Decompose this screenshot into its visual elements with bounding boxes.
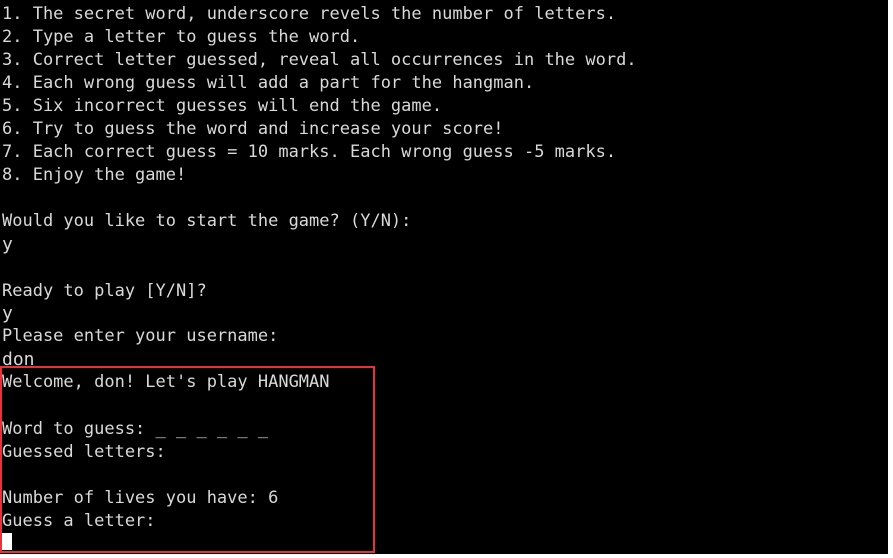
instruction-line-7: 7. Each correct guess = 10 marks. Each w… [2,142,617,162]
instruction-line-8: 8. Enjoy the game! [2,165,187,185]
start-game-prompt: Would you like to start the game? (Y/N): [2,211,412,231]
word-to-guess: Word to guess: _ _ _ _ _ _ [2,419,269,439]
lives-remaining: Number of lives you have: 6 [2,488,279,508]
guess-letter-prompt: Guess a letter: [2,511,156,531]
text-cursor[interactable] [2,533,12,550]
terminal-window[interactable]: 1. The secret word, underscore revels th… [0,0,888,554]
instruction-line-5: 5. Six incorrect guesses will end the ga… [2,96,443,116]
start-game-answer: y [2,234,13,255]
instruction-line-6: 6. Try to guess the word and increase yo… [2,119,504,139]
welcome-message: Welcome, don! Let's play HANGMAN [2,372,330,392]
instruction-line-3: 3. Correct letter guessed, reveal all oc… [2,50,637,70]
username-answer: don [2,349,35,370]
ready-answer: y [2,303,13,324]
username-prompt: Please enter your username: [2,326,279,346]
ready-prompt: Ready to play [Y/N]? [2,281,207,301]
instruction-line-2: 2. Type a letter to guess the word. [2,27,361,47]
instruction-line-4: 4. Each wrong guess will add a part for … [2,73,535,93]
guessed-letters: Guessed letters: [2,442,166,462]
window-edge [888,0,893,558]
instruction-line-1: 1. The secret word, underscore revels th… [2,4,617,24]
